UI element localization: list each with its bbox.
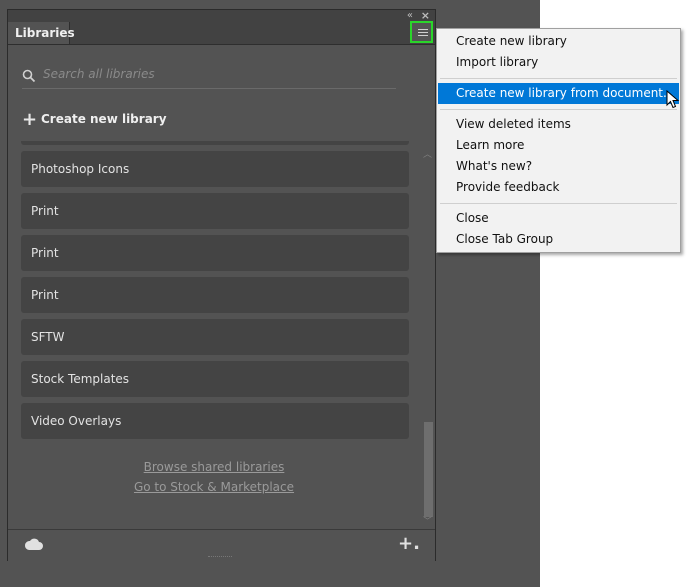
- list-item-partial: [21, 141, 409, 145]
- collapse-icon[interactable]: «: [407, 11, 413, 21]
- search-icon: [22, 69, 36, 83]
- libraries-panel: « × Libraries Search all libraries + Cre…: [7, 9, 436, 561]
- menu-item-create-new-library[interactable]: Create new library: [438, 31, 679, 52]
- list-item[interactable]: Photoshop Icons: [21, 151, 409, 187]
- tab-libraries[interactable]: Libraries: [8, 22, 75, 44]
- hamburger-icon: [418, 29, 428, 38]
- create-library-label: Create new library: [41, 112, 167, 126]
- plus-icon: +: [22, 109, 38, 130]
- panel-context-menu: Create new library Import library Create…: [436, 28, 681, 253]
- menu-separator: [440, 78, 677, 79]
- mouse-cursor-icon: [666, 90, 680, 109]
- library-list: Photoshop Icons Print Print Print SFTW S…: [21, 141, 409, 445]
- menu-item-create-from-document[interactable]: Create new library from document...: [438, 83, 679, 104]
- menu-separator: [440, 203, 677, 204]
- panel-title-strip: « ×: [8, 10, 435, 22]
- resize-grip[interactable]: [208, 556, 232, 560]
- cloud-icon[interactable]: [24, 537, 44, 551]
- menu-item-view-deleted[interactable]: View deleted items: [438, 114, 679, 135]
- scrollbar[interactable]: ︿ ﹀: [423, 147, 434, 527]
- tab-row: Libraries: [8, 22, 435, 45]
- menu-item-import-library[interactable]: Import library: [438, 52, 679, 73]
- add-content-icon[interactable]: +.: [398, 533, 420, 554]
- menu-item-close[interactable]: Close: [438, 208, 679, 229]
- list-item[interactable]: Print: [21, 277, 409, 313]
- list-item[interactable]: Stock Templates: [21, 361, 409, 397]
- menu-item-provide-feedback[interactable]: Provide feedback: [438, 177, 679, 198]
- menu-item-whats-new[interactable]: What's new?: [438, 156, 679, 177]
- close-icon[interactable]: ×: [421, 10, 430, 21]
- menu-item-learn-more[interactable]: Learn more: [438, 135, 679, 156]
- list-item[interactable]: Print: [21, 235, 409, 271]
- panel-menu-button[interactable]: [410, 21, 433, 43]
- search-input[interactable]: Search all libraries: [43, 67, 155, 81]
- menu-separator: [440, 109, 677, 110]
- search-bar[interactable]: Search all libraries: [22, 64, 396, 89]
- list-item[interactable]: Video Overlays: [21, 403, 409, 439]
- stock-marketplace-link[interactable]: Go to Stock & Marketplace: [8, 480, 420, 494]
- list-item[interactable]: Print: [21, 193, 409, 229]
- scroll-down-icon[interactable]: ﹀: [423, 514, 432, 527]
- scroll-up-icon[interactable]: ︿: [423, 147, 432, 160]
- list-item[interactable]: SFTW: [21, 319, 409, 355]
- scroll-thumb[interactable]: [424, 422, 433, 517]
- menu-item-close-tab-group[interactable]: Close Tab Group: [438, 229, 679, 250]
- browse-shared-libraries-link[interactable]: Browse shared libraries: [8, 460, 420, 474]
